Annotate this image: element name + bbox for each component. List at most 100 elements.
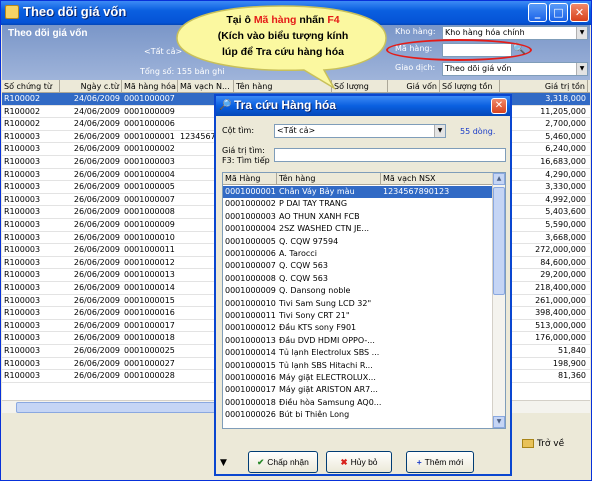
list-item[interactable]: 0001000003 AO THUN XANH FCB [223,211,493,223]
folder-icon [522,439,534,448]
table-cell: 0001000025 [124,346,175,355]
list-item[interactable]: 0001000007 Q. CQW 563 [223,260,493,272]
table-cell: 0001000004 [124,169,175,179]
chevron-down-icon[interactable]: ▼ [576,63,587,75]
chevron-down-icon[interactable]: ▼ [434,125,445,137]
col-header[interactable]: Giá trị tồn [500,80,588,93]
list-item[interactable]: 0001000014 Tủ lạnh Electrolux SBS ... [223,347,493,359]
col-header[interactable]: Ngày c.từ [60,80,122,93]
list-cell: Đầu KTS sony F901 [279,323,357,333]
list-cell: 0001000008 [225,273,276,283]
list-cell: Bút bi Thiên Long [279,410,350,420]
search-value-label: Giá trị tìm: [222,146,265,155]
list-item[interactable]: 0001000018 Điều hòa Samsung AQ0... [223,397,493,409]
back-button[interactable]: Trở về [522,435,582,453]
scroll-thumb[interactable] [493,187,505,295]
table-cell: 26/06/2009 [73,346,120,355]
search-value-input[interactable] [274,148,506,162]
list-cell: 0001000016 [225,373,276,382]
col-header[interactable]: Mã vạch NSX [381,173,493,185]
list-item[interactable]: 0001000013 Đầu DVD HDMI OPPO-... [223,335,493,347]
table-cell: 11,205,000 [540,106,586,116]
table-cell: 513,000,000 [535,320,586,330]
vertical-scrollbar[interactable]: ▲ ▼ [492,173,505,428]
list-cell: AO THUN XANH FCB [279,211,360,221]
app-icon [5,5,19,19]
table-cell: 0001000015 [124,295,175,305]
list-item[interactable]: 0001000015 Tủ lạnh SBS Hitachi R... [223,360,493,372]
list-cell: 0001000012 [225,323,276,333]
dialog-title-bar[interactable]: 🔎 Tra cứu Hàng hóa ✕ [216,96,510,116]
filter-icon[interactable]: ▼ [220,458,227,468]
list-cell [381,260,493,272]
col-header[interactable]: Số chứng từ [2,80,60,93]
table-cell: 4,290,000 [545,169,586,179]
list-cell [381,409,493,421]
table-cell: 398,400,000 [535,308,586,318]
list-cell: 0001000004 [225,224,276,234]
col-header[interactable]: Số lượng tồn [440,80,500,93]
scroll-up-icon[interactable]: ▲ [493,173,505,185]
cancel-button[interactable]: ✖ Hủy bỏ [326,451,392,473]
list-cell [381,285,493,297]
col-header[interactable]: Mã hàng hóa [122,80,178,93]
add-new-button[interactable]: + Thêm mới [406,451,474,473]
list-cell: Điều hòa Samsung AQ0... [279,397,381,407]
list-item[interactable]: 0001000001 Chân Váy Bảy màu 1234567890123 [223,186,493,199]
product-list[interactable]: Mã Hàng Tên hàng Mã vạch NSX 0001000001 C… [222,172,506,429]
table-cell: 2,700,000 [545,119,586,129]
giaodich-select[interactable]: Theo dõi giá vốn ▼ [442,62,588,76]
table-cell: 0001000005 [124,182,175,192]
chevron-down-icon[interactable]: ▼ [576,27,587,39]
col-header[interactable]: Tên hàng [277,173,381,185]
list-item[interactable]: 0001000026 Bút bi Thiên Long [223,409,493,421]
list-item[interactable]: 0001000017 Máy giặt ARISTON AR7... [223,384,493,396]
table-cell: 26/06/2009 [73,257,120,267]
minimize-button[interactable]: _ [528,3,547,22]
list-item[interactable]: 0001000005 Q. CQW 97594 [223,236,493,248]
list-cell: Q. Dansong noble [279,286,351,296]
accept-button[interactable]: ✔ Chấp nhận [248,451,318,473]
list-cell: 0001000001 [225,187,276,196]
list-item[interactable]: 0001000012 Đầu KTS sony F901 [223,322,493,334]
list-item[interactable]: 0001000010 Tivi Sam Sung LCD 32" [223,298,493,310]
scroll-down-icon[interactable]: ▼ [493,416,505,428]
table-cell: 5,403,600 [545,207,586,217]
table-cell: 198,900 [552,358,586,368]
list-cell: P DAI TAY TRANG [279,199,348,209]
table-cell: 24/06/2009 [73,119,120,129]
list-cell [381,223,493,235]
list-cell: Máy giặt ELECTROLUX... [279,373,376,382]
list-item[interactable]: 0001000016 Máy giặt ELECTROLUX... [223,372,493,384]
table-cell: 0001000009 [124,106,175,116]
search-column-select[interactable]: <Tất cả> ▼ [274,124,446,138]
close-icon: ✖ [340,457,348,467]
col-header[interactable]: Mã Hàng [223,173,277,185]
list-item[interactable]: 0001000002 P DAI TAY TRANG [223,198,493,210]
col-header[interactable]: Giá vốn [388,80,440,93]
dialog-close-button[interactable]: ✕ [491,98,507,114]
list-item[interactable]: 0001000004 2SZ WASHED CTN JE... [223,223,493,235]
list-item[interactable]: 0001000006 A. Tarocci [223,248,493,260]
magnifier-icon: 🔎 [219,100,232,111]
maximize-button[interactable]: □ [549,3,568,22]
list-cell: Tủ lạnh SBS Hitachi R... [279,360,373,370]
list-item[interactable]: 0001000009 Q. Dansong noble [223,285,493,297]
table-cell: R100003 [4,131,41,141]
table-cell: R100003 [4,194,41,204]
table-cell: 26/06/2009 [73,245,120,255]
table-cell: 0001000027 [124,358,175,368]
find-next-hint: F3: Tìm tiếp [222,156,270,165]
list-item[interactable]: 0001000008 Q. CQW 563 [223,273,493,285]
table-cell: 16,683,000 [540,157,586,166]
kho-select[interactable]: Kho hàng hóa chính ▼ [442,26,588,40]
table-cell: 26/06/2009 [73,308,120,318]
close-button[interactable]: ✕ [570,3,589,22]
plus-icon: + [416,457,422,467]
table-cell: 26/06/2009 [73,207,120,217]
list-item[interactable]: 0001000011 Tivi Sony CRT 21" [223,310,493,322]
product-lookup-dialog: 🔎 Tra cứu Hàng hóa ✕ Cột tìm: <Tất cả> ▼… [214,94,512,476]
table-cell: 0001000003 [124,157,175,166]
list-cell [381,310,493,322]
giaodich-value: Theo dõi giá vốn [445,64,512,73]
